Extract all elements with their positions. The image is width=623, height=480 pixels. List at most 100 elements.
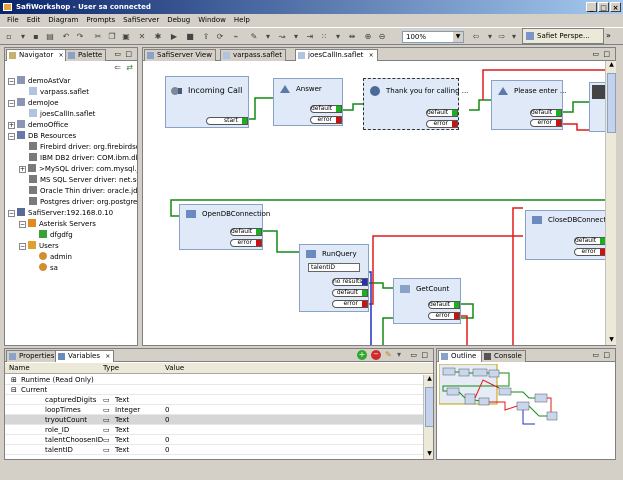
variables-scrollbar[interactable]: ▲ ▼ (423, 375, 433, 459)
maximize-button[interactable]: □ (598, 2, 609, 12)
tree-item[interactable]: sa (39, 263, 58, 274)
tree-item[interactable]: dfgdfg (39, 230, 73, 241)
scroll-down-icon[interactable]: ▼ (607, 336, 616, 345)
port-connector[interactable] (556, 110, 561, 116)
zoom-out-icon[interactable]: ⊖ (376, 31, 388, 43)
menu-window[interactable]: Window (194, 14, 230, 26)
tree-item[interactable]: IBM DB2 driver: COM.ibm.db2. (29, 153, 137, 164)
add-variable-icon[interactable]: + (357, 350, 367, 360)
link-dropdown-icon[interactable]: ▾ (290, 31, 302, 43)
port-connector[interactable] (256, 240, 261, 246)
remove-variable-icon[interactable]: − (371, 350, 381, 360)
tree-item[interactable]: MS SQL Server driver: net.sour (29, 175, 137, 186)
paste-icon[interactable]: ▣ (120, 31, 132, 43)
port-default[interactable]: default (426, 109, 458, 117)
collapse-icon[interactable]: − (19, 221, 26, 228)
minimize-view-icon[interactable]: ▭ (114, 50, 121, 58)
port-connector[interactable] (336, 117, 341, 123)
pencil-icon[interactable]: ✎ (248, 31, 260, 43)
maximize-view-icon[interactable]: □ (421, 351, 428, 359)
tab-variables[interactable]: Variables × (55, 350, 115, 362)
menu-safiserver[interactable]: SafiServer (119, 14, 163, 26)
port-connector[interactable] (362, 290, 367, 296)
tab-navigator[interactable]: Navigator × (6, 49, 68, 61)
outline-thumbnail[interactable] (439, 364, 607, 436)
scroll-up-icon[interactable]: ▲ (607, 61, 616, 70)
menu-diagram[interactable]: Diagram (44, 14, 82, 26)
port-connector[interactable] (362, 301, 367, 307)
port-default[interactable]: default (310, 105, 342, 113)
table-row[interactable]: talentID ▭ Text 0 (5, 445, 425, 455)
row-value[interactable]: 0 (165, 445, 169, 455)
tree-item[interactable]: Postgres driver: org.postgresq (29, 197, 137, 208)
undo-icon[interactable]: ↶ (60, 31, 72, 43)
collapse-icon[interactable]: ⊟ (11, 385, 17, 395)
port-error[interactable]: error (332, 300, 368, 308)
deploy-icon[interactable]: ⇪ (200, 31, 212, 43)
node-please-enter[interactable]: Please enter ... default error (491, 80, 567, 130)
minimize-view-icon[interactable]: ▭ (592, 351, 599, 359)
link-icon[interactable]: ↝ (276, 31, 288, 43)
menu-debug[interactable]: Debug (163, 14, 194, 26)
node-close-db[interactable]: CloseDBConnection default error (525, 210, 615, 260)
port-default[interactable]: default (574, 237, 606, 245)
port-connector[interactable] (452, 121, 457, 127)
scroll-thumb[interactable] (425, 387, 433, 427)
column-value[interactable]: Value (165, 363, 184, 374)
port-connector[interactable] (454, 313, 459, 319)
tree-item[interactable]: admin (39, 252, 72, 263)
expand-icon[interactable]: ⊞ (11, 375, 17, 385)
wire-getcount-error[interactable] (461, 315, 468, 346)
tab-palette[interactable]: Palette (65, 49, 107, 61)
tree-item[interactable]: joesCallIn.saflet (29, 109, 95, 120)
scroll-down-icon[interactable]: ▼ (425, 450, 433, 459)
menu-prompts[interactable]: Prompts (82, 14, 119, 26)
delete-icon[interactable]: ✕ (136, 31, 148, 43)
port-error[interactable]: error (428, 312, 460, 320)
menu-help[interactable]: Help (230, 14, 254, 26)
collapse-icon[interactable]: − (8, 133, 15, 140)
port-error[interactable]: error (310, 116, 342, 124)
collapse-icon[interactable]: − (8, 78, 15, 85)
row-value[interactable]: 0 (165, 435, 169, 445)
close-icon[interactable]: × (105, 353, 110, 360)
row-value[interactable]: 0 (165, 405, 169, 415)
wire-enter-error[interactable] (563, 123, 589, 131)
tree-item[interactable]: Firebird driver: org.firebirdsql.j (29, 142, 137, 153)
port-error[interactable]: error (574, 248, 606, 256)
distribute-icon[interactable]: ⇹ (346, 31, 358, 43)
maximize-view-icon[interactable]: □ (603, 351, 610, 359)
collapse-icon[interactable]: − (8, 210, 15, 217)
minimize-button[interactable]: _ (586, 2, 597, 12)
port-no-results[interactable]: no results (332, 278, 368, 286)
tree-item[interactable]: varpass.saflet (29, 87, 89, 98)
port-default[interactable]: default (230, 228, 262, 236)
new-dropdown-icon[interactable]: ▾ (17, 31, 29, 43)
menu-edit[interactable]: Edit (23, 14, 45, 26)
forward-dropdown-icon[interactable]: ▾ (508, 31, 520, 43)
node-answer[interactable]: Answer default error (273, 78, 343, 126)
collapse-all-icon[interactable]: ⇐ (114, 63, 121, 72)
back-dropdown-icon[interactable]: ▾ (484, 31, 496, 43)
tab-properties[interactable]: Properties (6, 350, 59, 362)
zoom-in-icon[interactable]: ⊕ (362, 31, 374, 43)
grid-dropdown-icon[interactable]: ▾ (332, 31, 344, 43)
tree-item[interactable]: − demoJoe (8, 98, 59, 109)
print-icon[interactable]: ▤ (44, 31, 56, 43)
expand-icon[interactable]: + (19, 166, 26, 173)
view-menu-icon[interactable]: ▾ (397, 350, 401, 359)
wire-closedb-in[interactable] (512, 207, 523, 346)
wire-thankyou-enter[interactable] (469, 99, 491, 111)
port-connector[interactable] (556, 120, 561, 126)
collapse-icon[interactable]: − (19, 243, 26, 250)
port-start[interactable]: start (206, 117, 248, 125)
tree-item[interactable]: − Users (19, 241, 59, 252)
node-get-count[interactable]: GetCount default error (393, 278, 461, 324)
node-open-db[interactable]: OpenDBConnection default error (179, 204, 270, 250)
tree-item[interactable]: + demoOffice (8, 120, 68, 131)
wire-answer-thankyou[interactable] (343, 103, 363, 111)
port-connector[interactable] (336, 106, 341, 112)
tree-item[interactable]: + >MySQL driver: com.mysql.jdb (19, 164, 137, 175)
table-row[interactable]: talentChoosenID ▭ Text 0 (5, 435, 425, 445)
port-connector[interactable] (256, 229, 261, 235)
